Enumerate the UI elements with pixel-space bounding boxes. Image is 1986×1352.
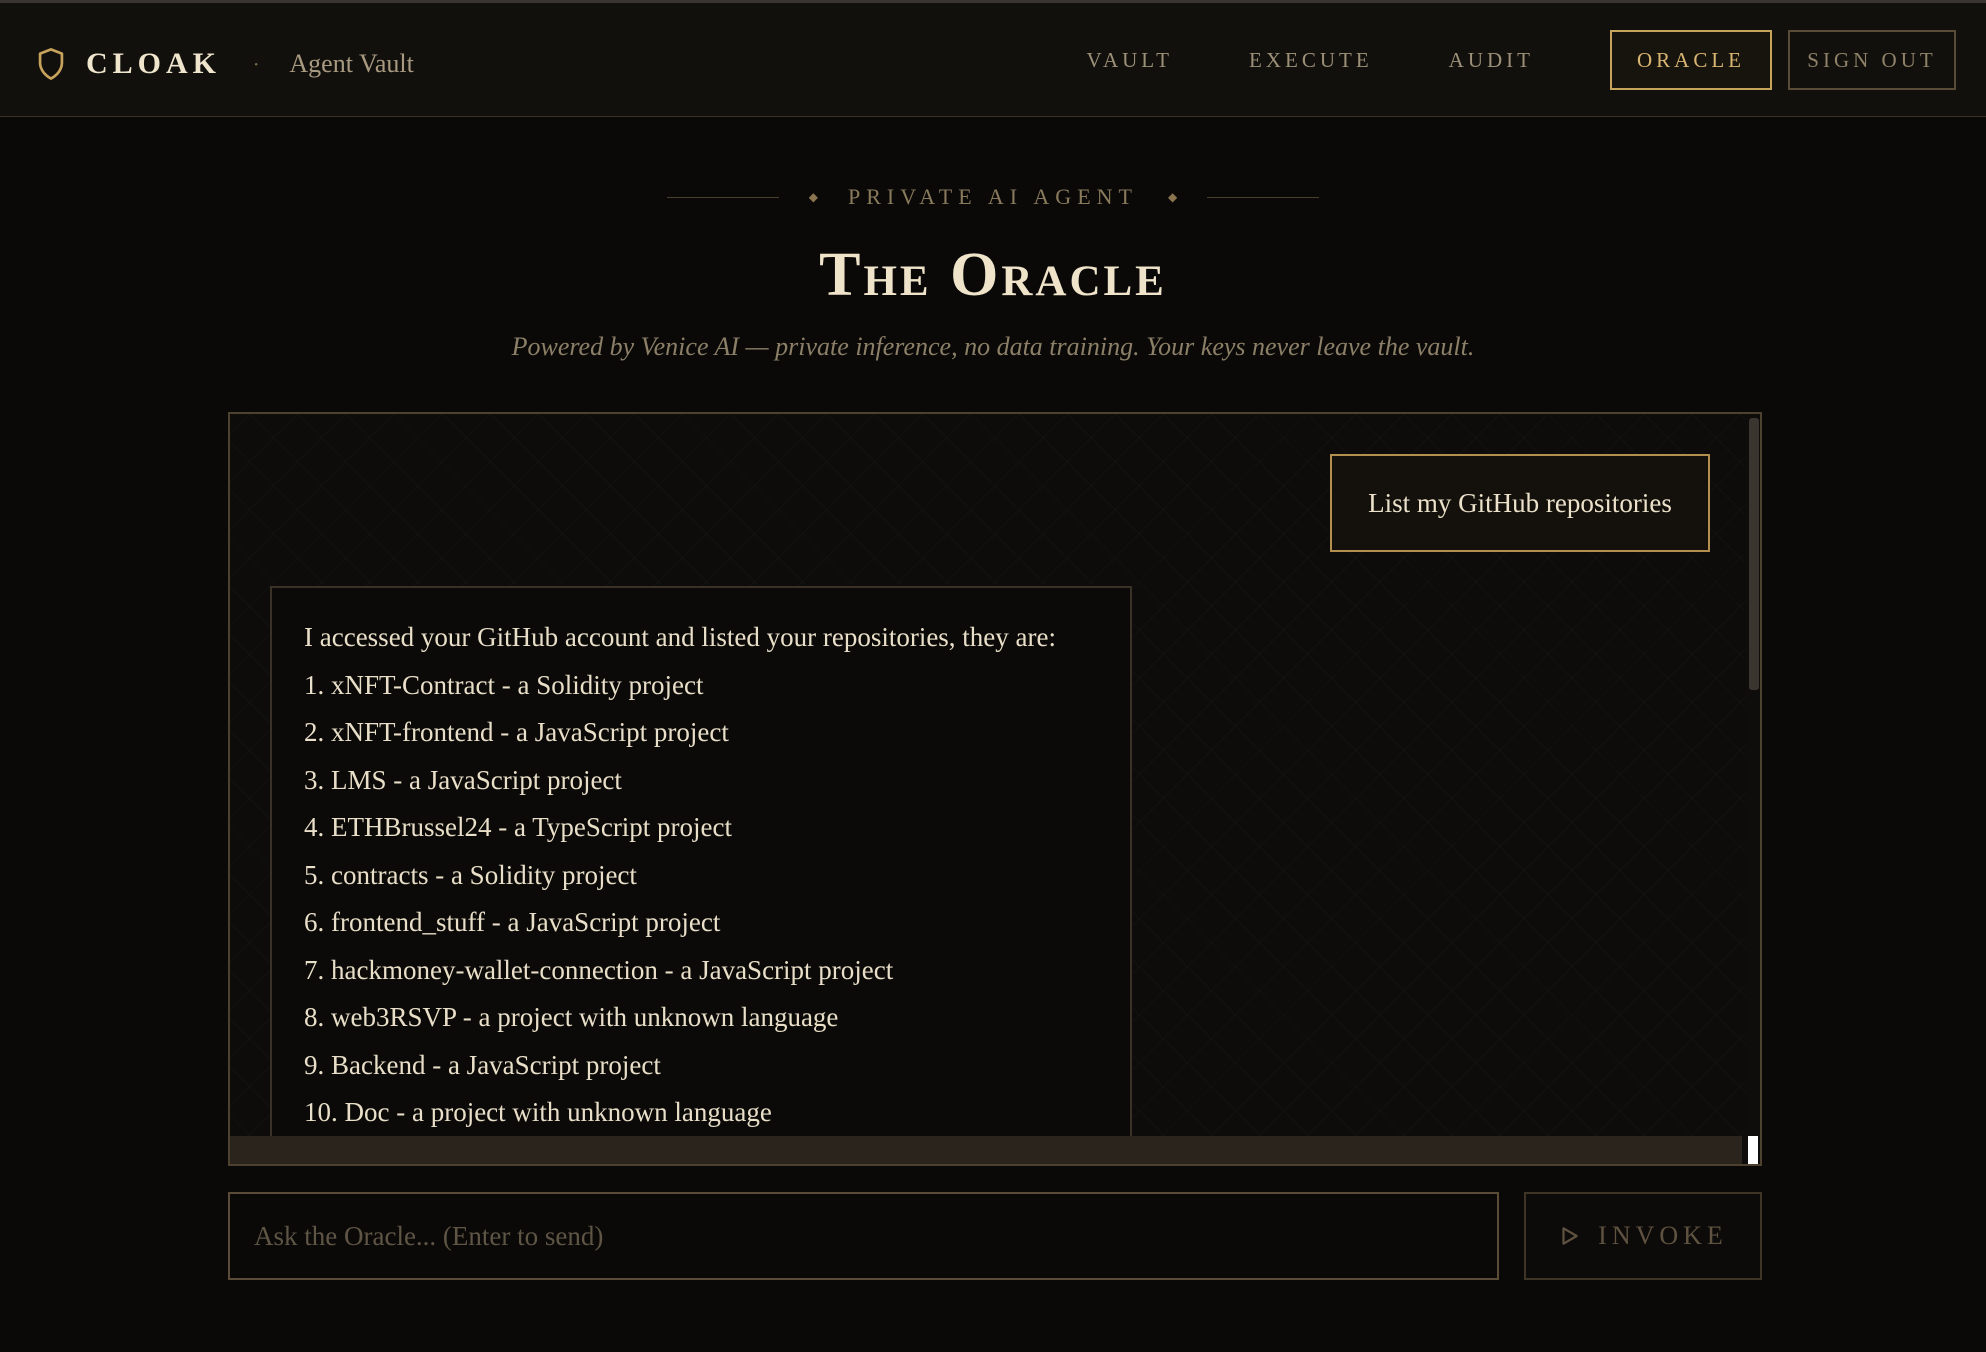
nav-audit[interactable]: AUDIT (1449, 48, 1534, 73)
brand[interactable]: CLOAK · Agent Vault (36, 39, 414, 89)
page-eyebrow: ◆ PRIVATE AI AGENT ◆ (0, 184, 1986, 210)
user-message: List my GitHub repositories (1330, 454, 1710, 552)
assistant-line: 2. xNFT-frontend - a JavaScript project (304, 717, 729, 747)
sign-out-button[interactable]: SIGN OUT (1788, 30, 1956, 90)
nav-vault[interactable]: VAULT (1086, 48, 1173, 73)
page-subtitle: Powered by Venice AI — private inference… (511, 332, 1475, 361)
assistant-line: 4. ETHBrussel24 - a TypeScript project (304, 812, 733, 842)
top-navbar: CLOAK · Agent Vault VAULT EXECUTE AUDIT … (0, 3, 1986, 117)
eyebrow-text: PRIVATE AI AGENT (848, 184, 1138, 209)
play-icon (1562, 1227, 1578, 1245)
horizontal-scrollbar[interactable] (230, 1136, 1746, 1164)
brand-subtitle: Agent Vault (289, 49, 414, 78)
assistant-line: 7. hackmoney-wallet-connection - a JavaS… (304, 954, 894, 985)
diamond-icon: ◆ (1167, 190, 1178, 204)
assistant-line: 9. Backend - a JavaScript project (304, 1049, 661, 1080)
shield-icon (38, 48, 64, 80)
assistant-line: 8. web3RSVP - a project with unknown lan… (304, 1002, 839, 1032)
vertical-scrollbar-thumb[interactable] (1749, 418, 1759, 690)
scrollbar-corner (1742, 1136, 1760, 1164)
oracle-prompt-input[interactable] (228, 1192, 1499, 1280)
chat-panel[interactable]: List my GitHub repositories I accessed y… (228, 412, 1762, 1166)
assistant-line: 3. LMS - a JavaScript project (304, 764, 622, 795)
page-title: The Oracle (819, 241, 1167, 309)
nav-oracle-button[interactable]: ORACLE (1610, 30, 1772, 90)
brand-name: CLOAK (86, 47, 222, 80)
assistant-line: 5. contracts - a Solidity project (304, 859, 637, 890)
assistant-line: I accessed your GitHub account and liste… (304, 622, 1057, 652)
assistant-message: I accessed your GitHub account and liste… (270, 586, 1132, 1164)
brand-separator: · (253, 52, 260, 76)
assistant-line: 6. frontend_stuff - a JavaScript project (304, 907, 721, 937)
assistant-line: 10. Doc - a project with unknown languag… (304, 1097, 772, 1127)
nav-execute[interactable]: EXECUTE (1249, 48, 1373, 73)
eyebrow-left-rule (666, 196, 779, 198)
assistant-line: 1. xNFT-Contract - a Solidity project (304, 669, 704, 700)
vertical-scrollbar[interactable] (1746, 414, 1760, 1140)
eyebrow-right-rule (1207, 196, 1320, 198)
invoke-button[interactable]: INVOKE (1524, 1192, 1762, 1280)
main-nav: VAULT EXECUTE AUDIT ORACLE SIGN OUT (1086, 29, 1956, 91)
invoke-label: INVOKE (1598, 1221, 1728, 1250)
diamond-icon: ◆ (808, 190, 819, 204)
